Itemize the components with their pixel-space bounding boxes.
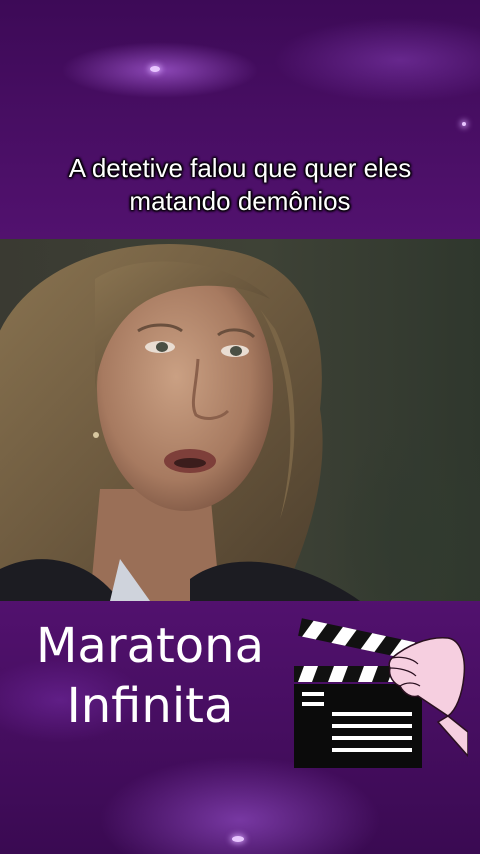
video-still: [0, 243, 360, 601]
sparkle-1: [150, 66, 160, 72]
video-frame: [0, 239, 480, 601]
sparkle-3: [462, 122, 466, 126]
subtitle-line-2: matando demônios: [129, 186, 351, 216]
brand-line-2: Infinita: [66, 678, 234, 734]
brand-line-1: Maratona: [36, 618, 264, 674]
sparkle-2: [232, 836, 244, 842]
brand-title: Maratona Infinita: [0, 616, 300, 736]
subtitle-line-1: A detetive falou que quer eles: [68, 153, 412, 183]
subtitle-caption: A detetive falou que quer eles matando d…: [0, 152, 480, 218]
clapperboard-hand-icon: [294, 618, 468, 768]
